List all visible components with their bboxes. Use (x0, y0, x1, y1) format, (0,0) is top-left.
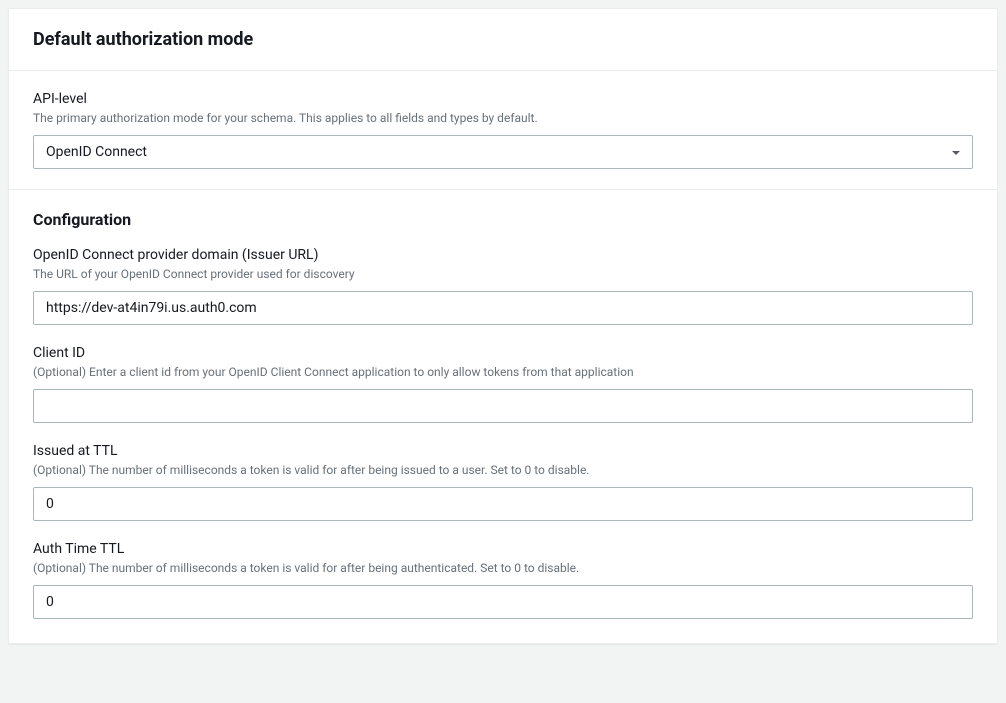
authorization-mode-panel: Default authorization mode API-level The… (8, 8, 998, 644)
api-level-label: API-level (33, 91, 973, 107)
client-id-group: Client ID (Optional) Enter a client id f… (33, 345, 973, 423)
api-level-group: API-level The primary authorization mode… (33, 91, 973, 169)
auth-time-ttl-input[interactable] (33, 585, 973, 619)
issued-at-ttl-label: Issued at TTL (33, 443, 973, 459)
client-id-input[interactable] (33, 389, 973, 423)
issued-at-ttl-input[interactable] (33, 487, 973, 521)
issued-at-ttl-description: (Optional) The number of milliseconds a … (33, 461, 973, 479)
issuer-url-description: The URL of your OpenID Connect provider … (33, 265, 973, 283)
issuer-url-input[interactable] (33, 291, 973, 325)
configuration-title: Configuration (33, 210, 973, 229)
section-divider (9, 189, 997, 190)
client-id-description: (Optional) Enter a client id from your O… (33, 363, 973, 381)
issuer-url-label: OpenID Connect provider domain (Issuer U… (33, 247, 973, 263)
panel-body: API-level The primary authorization mode… (9, 71, 997, 643)
issuer-url-group: OpenID Connect provider domain (Issuer U… (33, 247, 973, 325)
api-level-select-wrapper: OpenID Connect (33, 135, 973, 169)
client-id-label: Client ID (33, 345, 973, 361)
panel-title: Default authorization mode (33, 29, 973, 50)
issued-at-ttl-group: Issued at TTL (Optional) The number of m… (33, 443, 973, 521)
api-level-description: The primary authorization mode for your … (33, 109, 973, 127)
auth-time-ttl-group: Auth Time TTL (Optional) The number of m… (33, 541, 973, 619)
api-level-select[interactable]: OpenID Connect (33, 135, 973, 169)
auth-time-ttl-label: Auth Time TTL (33, 541, 973, 557)
auth-time-ttl-description: (Optional) The number of milliseconds a … (33, 559, 973, 577)
panel-header: Default authorization mode (9, 9, 997, 71)
